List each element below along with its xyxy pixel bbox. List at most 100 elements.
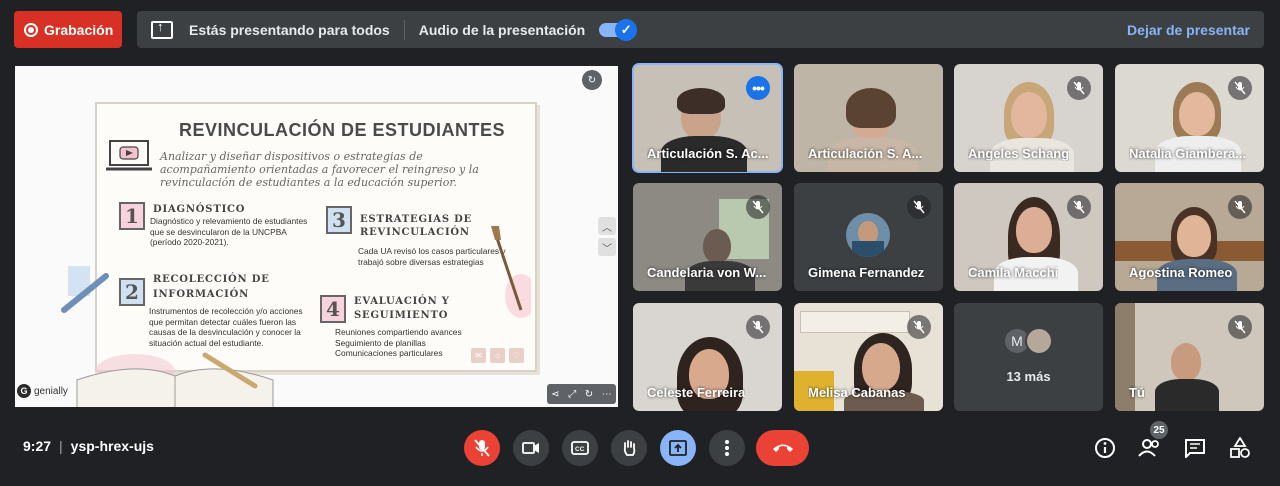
mic-off-icon [746, 315, 770, 339]
mic-off-icon [474, 439, 490, 457]
step-text-3: Cada UA revisó los casos particulares y … [358, 246, 506, 267]
raise-hand-icon [623, 440, 636, 456]
step-title-3a: ESTRATEGIAS DE [360, 214, 473, 225]
step-title-4b: SEGUIMIENTO [354, 310, 449, 321]
participant-name: Natalia Giambera... [1129, 146, 1247, 161]
participant-name: Agostina Romeo [1129, 265, 1233, 280]
share-icon[interactable]: ⋖ [551, 389, 559, 400]
participant-tile[interactable]: Angeles Schang [954, 64, 1103, 172]
participant-name: Camila Macchi [968, 265, 1059, 280]
participant-tile[interactable]: Gimena Fernandez [794, 183, 943, 291]
mail-icon[interactable]: ✉ [471, 348, 486, 363]
present-now-button[interactable] [660, 430, 696, 466]
more-avatars: M [1003, 327, 1053, 355]
open-book-icon [76, 352, 274, 407]
step-number-2: 2 [119, 278, 145, 306]
step-title-2b: INFORMACIÓN [153, 289, 250, 300]
presented-slide: REVINCULACIÓN DE ESTUDIANTES Analizar y … [15, 66, 618, 407]
more-icon[interactable]: ⋯ [602, 389, 612, 400]
present-screen-icon [669, 440, 687, 456]
mic-off-icon [907, 315, 931, 339]
captions-button[interactable]: CC [562, 430, 598, 466]
clock-time: 9:27 [23, 438, 52, 454]
audio-label: Audio de la presentación [418, 21, 586, 38]
mic-off-icon [907, 195, 931, 219]
participant-tile[interactable]: Camila Macchi [954, 183, 1103, 291]
info-icon [1095, 438, 1115, 458]
check-icon: ✓ [615, 18, 638, 41]
refresh-icon[interactable]: ↻ [582, 70, 602, 90]
stop-presenting-button[interactable]: Dejar de presentar [1127, 22, 1250, 38]
participant-name: Gimena Fernandez [808, 265, 925, 280]
participant-tile[interactable]: Tú [1115, 303, 1264, 411]
mic-off-icon [1067, 76, 1091, 100]
participant-tile[interactable]: Articulación S. A... [794, 64, 943, 172]
leave-call-button[interactable] [756, 430, 809, 466]
step-title-4a: EVALUACIÓN Y [354, 296, 450, 307]
raise-hand-button[interactable] [611, 430, 647, 466]
svg-text:CC: CC [575, 446, 585, 453]
slide-mini-icons: ✉ ⌂ ♡ [471, 348, 524, 363]
participant-name: Candelaria von W... [647, 265, 767, 280]
participant-count-badge: 25 [1150, 421, 1168, 439]
participant-tile[interactable]: Celeste Ferreira [633, 303, 782, 411]
activities-shapes-icon [1230, 437, 1250, 458]
recording-button[interactable]: Grabación [14, 11, 122, 48]
chat-button[interactable] [1181, 434, 1209, 462]
participant-name: Angeles Schang [968, 146, 1070, 161]
participant-tile[interactable]: Agostina Romeo [1115, 183, 1264, 291]
mic-off-icon [1228, 315, 1252, 339]
slide-subtitle: Analizar y diseñar dispositivos o estrat… [160, 150, 479, 189]
divider [403, 19, 405, 40]
heart-icon[interactable]: ♡ [509, 348, 524, 363]
meeting-info: 9:27 | ysp-hrex-ujs [23, 438, 154, 454]
more-participants-tile[interactable]: M 13 más [954, 303, 1103, 411]
hang-up-icon [772, 444, 793, 452]
step-title-3b: REVINCULACIÓN [360, 227, 470, 238]
participant-name: Celeste Ferreira [647, 385, 746, 400]
recording-label: Grabación [44, 21, 114, 38]
participant-tile[interactable]: Candelaria von W... [633, 183, 782, 291]
genially-logo-icon: G [17, 384, 31, 398]
home-icon[interactable]: ⌂ [490, 348, 505, 363]
participant-name: Tú [1129, 385, 1145, 400]
mic-off-icon [1067, 195, 1091, 219]
more-options-icon[interactable]: ••• [746, 76, 770, 100]
meeting-details-button[interactable] [1091, 434, 1119, 462]
participant-name: Articulación S. Ac... [647, 146, 769, 161]
presenting-bar: Estás presentando para todos Audio de la… [137, 11, 1264, 48]
genially-label: genially [34, 385, 68, 397]
genially-brand: G genially [17, 384, 68, 398]
participant-tile[interactable]: Natalia Giambera... [1115, 64, 1264, 172]
participant-name: Melisa Cabanas [808, 385, 906, 400]
record-icon [24, 22, 38, 37]
activities-button[interactable] [1226, 434, 1254, 462]
audio-toggle[interactable]: ✓ [599, 18, 638, 41]
camera-toggle-button[interactable] [513, 430, 549, 466]
step-number-3: 3 [326, 206, 352, 234]
more-participants-label: 13 más [1006, 369, 1051, 384]
fullscreen-icon[interactable]: ⤢ [568, 389, 576, 400]
closed-captions-icon: CC [571, 441, 589, 455]
pencil-icon [61, 266, 109, 313]
step-title-1: DIAGNÓSTICO [153, 204, 246, 215]
separator: | [59, 438, 63, 454]
slide-title: REVINCULACIÓN DE ESTUDIANTES [179, 120, 506, 140]
chat-icon [1185, 439, 1205, 458]
reload-icon[interactable]: ↻ [585, 389, 593, 400]
presenting-text: Estás presentando para todos [189, 21, 390, 38]
mic-off-icon [1228, 195, 1252, 219]
step-number-4: 4 [320, 295, 346, 323]
present-screen-icon [151, 19, 173, 39]
step-title-2a: RECOLECCIÓN DE [153, 274, 270, 285]
avatar [1025, 327, 1053, 355]
step-text-1: Diagnóstico y relevamiento de estudiante… [150, 216, 308, 247]
participant-tile[interactable]: ••• Articulación S. Ac... [632, 63, 783, 173]
slide-down-icon[interactable]: ﹀ [598, 238, 616, 256]
people-icon [1138, 439, 1159, 457]
participant-tile[interactable]: Melisa Cabanas [794, 303, 943, 411]
more-options-button[interactable] [709, 430, 745, 466]
mic-off-icon [1228, 76, 1252, 100]
mic-toggle-button[interactable] [464, 430, 500, 466]
slide-up-icon[interactable]: ︿ [598, 217, 616, 235]
